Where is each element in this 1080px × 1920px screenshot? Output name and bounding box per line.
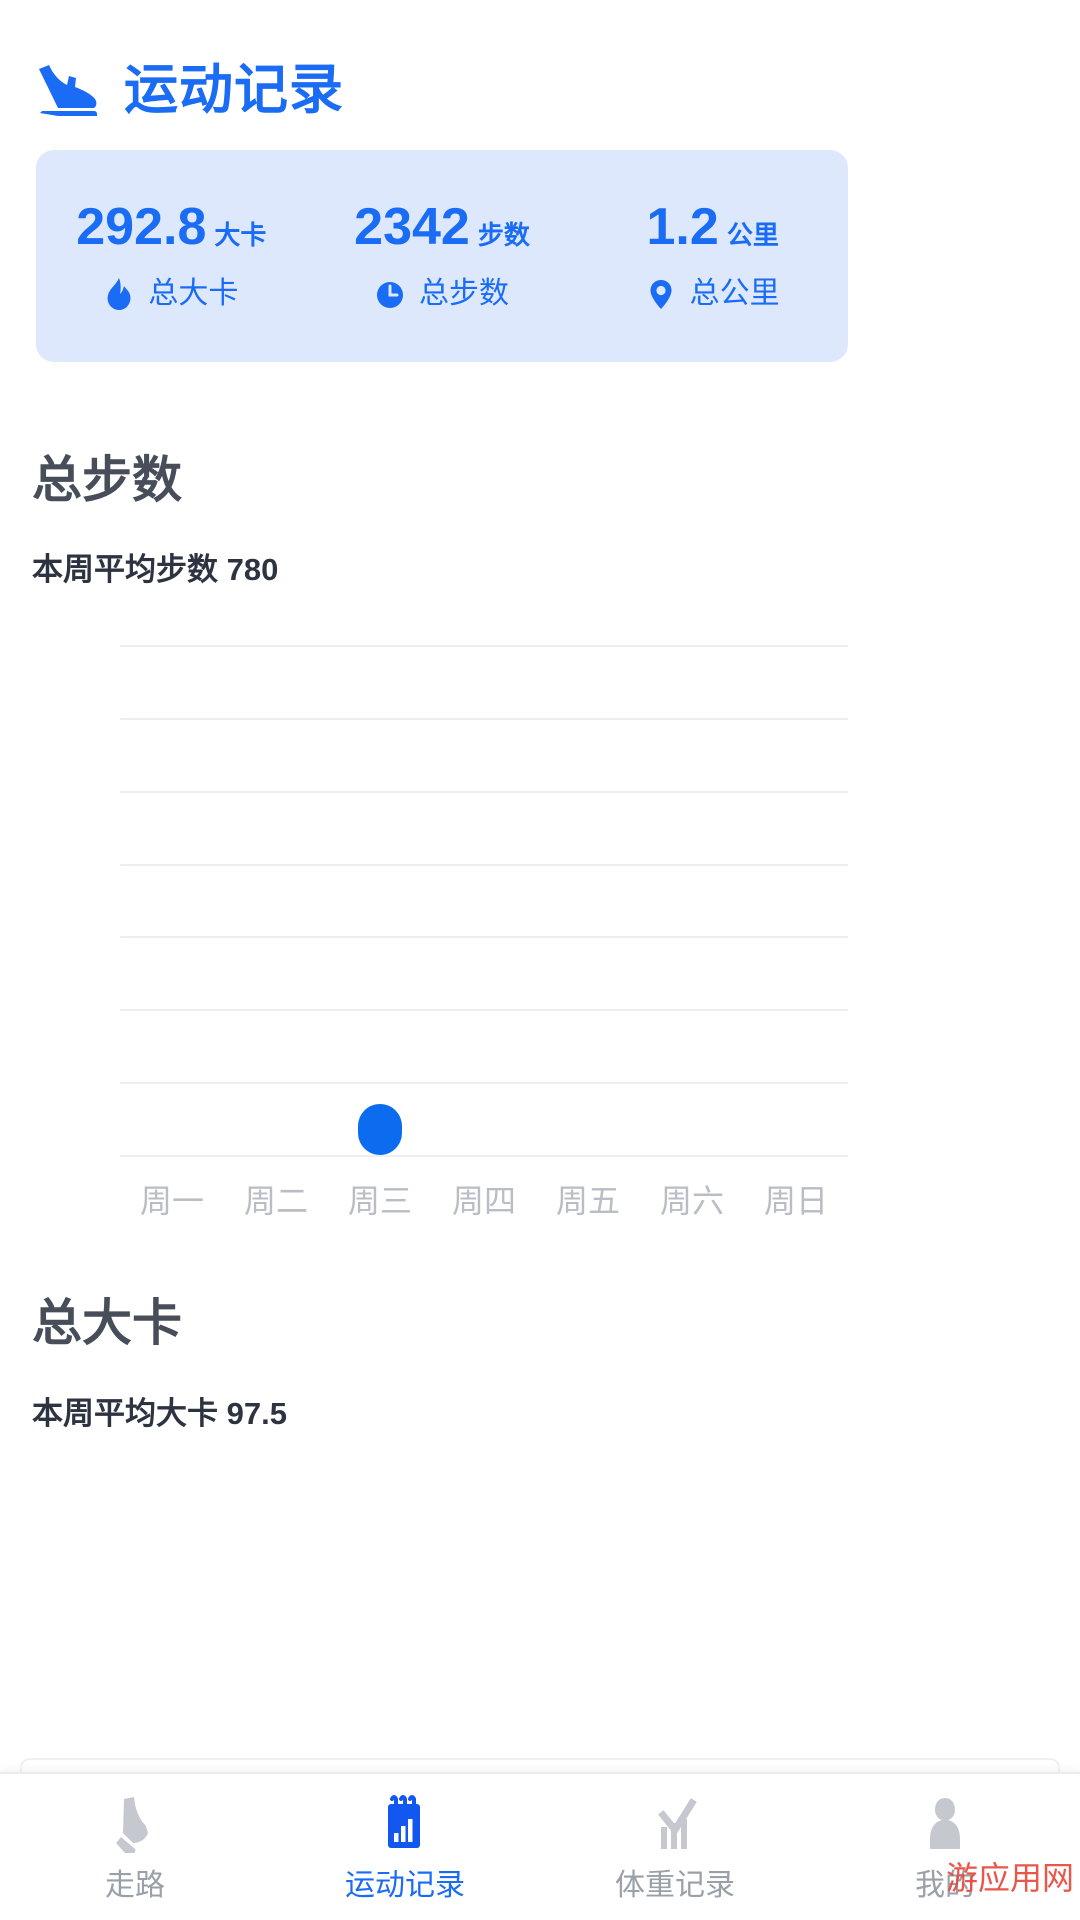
- stat-value-row: 1.2 公里: [647, 201, 779, 253]
- stat-label: 总步数: [419, 277, 509, 310]
- watermark-text: 游应用网: [945, 1860, 1074, 1896]
- chart-category-label: 周一: [139, 1183, 204, 1219]
- chart-grid-line: [120, 1155, 848, 1157]
- stat-value: 292.8: [76, 198, 207, 256]
- clock-icon: [375, 277, 405, 311]
- section-subtitle-steps: 本周平均步数 780: [32, 552, 279, 587]
- stat-total-kilometers: 1.2 公里 总公里: [577, 201, 848, 311]
- chart-bar[interactable]: [358, 1104, 402, 1155]
- stat-total-calories: 292.8 大卡 总大卡: [36, 201, 307, 311]
- location-pin-icon: [646, 277, 676, 311]
- nav-item-exercise-record[interactable]: 运动记录: [270, 1774, 540, 1920]
- chart-grid-line: [120, 790, 848, 793]
- chart-category-label: 周六: [659, 1183, 724, 1219]
- chart-category-label: 周日: [763, 1183, 828, 1219]
- flame-icon: [104, 277, 134, 311]
- content-panel-edge: [20, 1758, 1060, 1772]
- bottom-navigation: 走路 运动记录 体重记录 我的 游应用网: [0, 1772, 1080, 1920]
- stat-value-row: 292.8 大卡: [76, 201, 266, 253]
- stat-unit: 公里: [726, 220, 779, 250]
- chart-grid-line: [120, 717, 848, 720]
- section-subtitle-calories: 本周平均大卡 97.5: [32, 1396, 287, 1431]
- shoe-icon: [36, 63, 98, 117]
- stat-label: 总大卡: [148, 277, 239, 310]
- nav-label: 运动记录: [345, 1869, 465, 1902]
- chart-grid-line: [120, 645, 848, 647]
- chart-grid-line: [120, 863, 848, 866]
- chart-category-label: 周四: [451, 1183, 516, 1219]
- app-screen: 运动记录 292.8 大卡 总大卡 2342 步数 总步数 1.2 公里 总公里…: [0, 0, 1080, 1920]
- section-title-steps: 总步数: [32, 452, 182, 508]
- stat-value-row: 2342 步数: [354, 201, 530, 253]
- section-title-calories: 总大卡: [32, 1295, 182, 1351]
- chart-category-label: 周二: [243, 1183, 308, 1219]
- stat-label: 总公里: [689, 277, 780, 310]
- stat-label-row: 总步数: [375, 277, 509, 311]
- shoe-icon: [102, 1793, 168, 1859]
- nav-item-profile[interactable]: 我的: [810, 1774, 1080, 1920]
- chart-category-label: 周三: [347, 1183, 412, 1219]
- stat-label-row: 总大卡: [104, 277, 238, 311]
- chart-category-label: 周五: [555, 1183, 620, 1219]
- nav-label: 体重记录: [615, 1869, 735, 1902]
- nav-item-walk[interactable]: 走路: [0, 1774, 270, 1920]
- chart-plot-area: 0200040006000800010k12k14k: [120, 645, 848, 1157]
- stat-total-steps: 2342 步数 总步数: [307, 201, 578, 311]
- nav-item-weight-record[interactable]: 体重记录: [540, 1774, 810, 1920]
- chart-grid-line: [120, 1009, 848, 1012]
- stat-value: 2342: [354, 198, 470, 256]
- nav-label: 走路: [105, 1869, 165, 1902]
- bar-chart-notebook-icon: [372, 1793, 438, 1859]
- check-bars-icon: [642, 1793, 708, 1859]
- summary-card: 292.8 大卡 总大卡 2342 步数 总步数 1.2 公里 总公里: [36, 150, 848, 362]
- page-title: 运动记录: [124, 60, 344, 120]
- stat-value: 1.2: [646, 198, 719, 256]
- stat-label-row: 总公里: [646, 277, 780, 311]
- steps-bar-chart: 0200040006000800010k12k14k 周一周二周三周四周五周六周…: [0, 605, 1080, 1255]
- page-header: 运动记录: [36, 48, 344, 132]
- stat-unit: 大卡: [214, 220, 267, 250]
- chart-grid-line: [120, 936, 848, 939]
- stat-unit: 步数: [477, 220, 530, 250]
- person-icon: [912, 1793, 978, 1859]
- chart-grid-line: [120, 1082, 848, 1085]
- chart-category-axis: 周一 周二 周三 周四 周五 周六 周日: [120, 1185, 848, 1217]
